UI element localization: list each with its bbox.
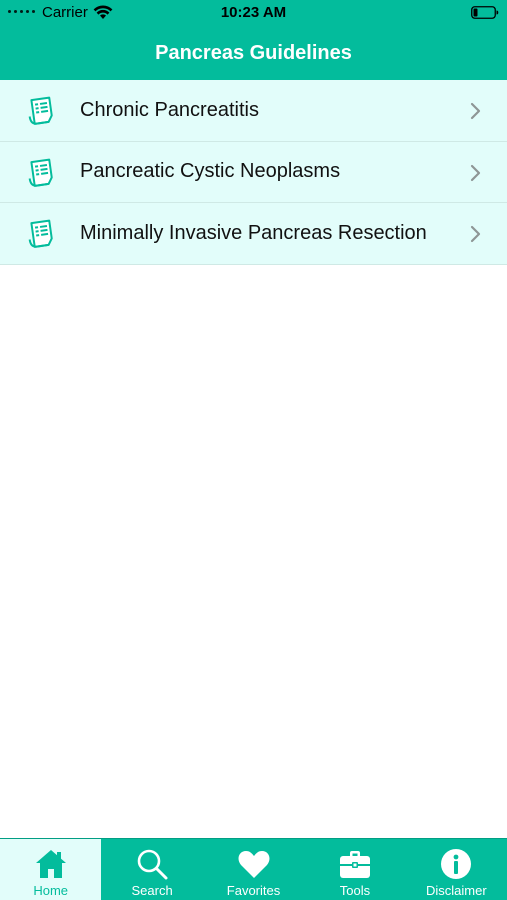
briefcase-icon	[339, 851, 370, 878]
page-title: Pancreas Guidelines	[155, 41, 352, 64]
tab-bar: Home Search Favorites Tools Disclaimer	[0, 838, 507, 900]
status-bar: Carrier 10:23 AM	[0, 0, 507, 26]
tab-favorites[interactable]: Favorites	[203, 839, 304, 900]
tab-disclaimer[interactable]: Disclaimer	[406, 839, 507, 900]
home-icon	[35, 850, 66, 878]
list-item-label: Minimally Invasive Pancreas Resection	[80, 221, 427, 244]
battery-icon	[471, 6, 499, 19]
document-icon	[28, 158, 53, 187]
tab-label: Search	[131, 883, 173, 898]
list-item-label: Chronic Pancreatitis	[80, 98, 259, 121]
tab-label: Tools	[339, 883, 371, 898]
tab-search[interactable]: Search	[101, 839, 202, 900]
chevron-right-icon	[470, 102, 481, 120]
tab-tools[interactable]: Tools	[304, 839, 405, 900]
app-screen: Carrier 10:23 AM Pancreas Guidelines Chr…	[0, 0, 507, 900]
tab-label: Disclaimer	[425, 883, 487, 898]
search-icon	[137, 849, 168, 880]
list-item-label: Pancreatic Cystic Neoplasms	[80, 160, 341, 183]
chevron-right-icon	[470, 164, 481, 181]
tab-home[interactable]: Home	[0, 839, 102, 900]
status-time: 10:23 AM	[220, 4, 287, 21]
list-item-pancreatic-cystic-neoplasms[interactable]: Pancreatic Cystic Neoplasms	[0, 141, 507, 203]
heart-icon	[238, 851, 269, 878]
tab-label: Favorites	[226, 883, 281, 898]
list-item-chronic-pancreatitis[interactable]: Chronic Pancreatitis	[0, 80, 507, 142]
document-icon	[28, 219, 53, 248]
navigation-bar: Pancreas Guidelines	[0, 26, 507, 80]
list-item-minimally-invasive-pancreas-resection[interactable]: Minimally Invasive Pancreas Resection	[0, 203, 507, 265]
document-icon	[28, 96, 53, 125]
guidelines-list: Chronic Pancreatitis Pancreatic Cystic N	[0, 80, 507, 265]
info-icon	[441, 849, 472, 879]
chevron-right-icon	[470, 225, 481, 243]
tab-label: Home	[33, 883, 69, 898]
